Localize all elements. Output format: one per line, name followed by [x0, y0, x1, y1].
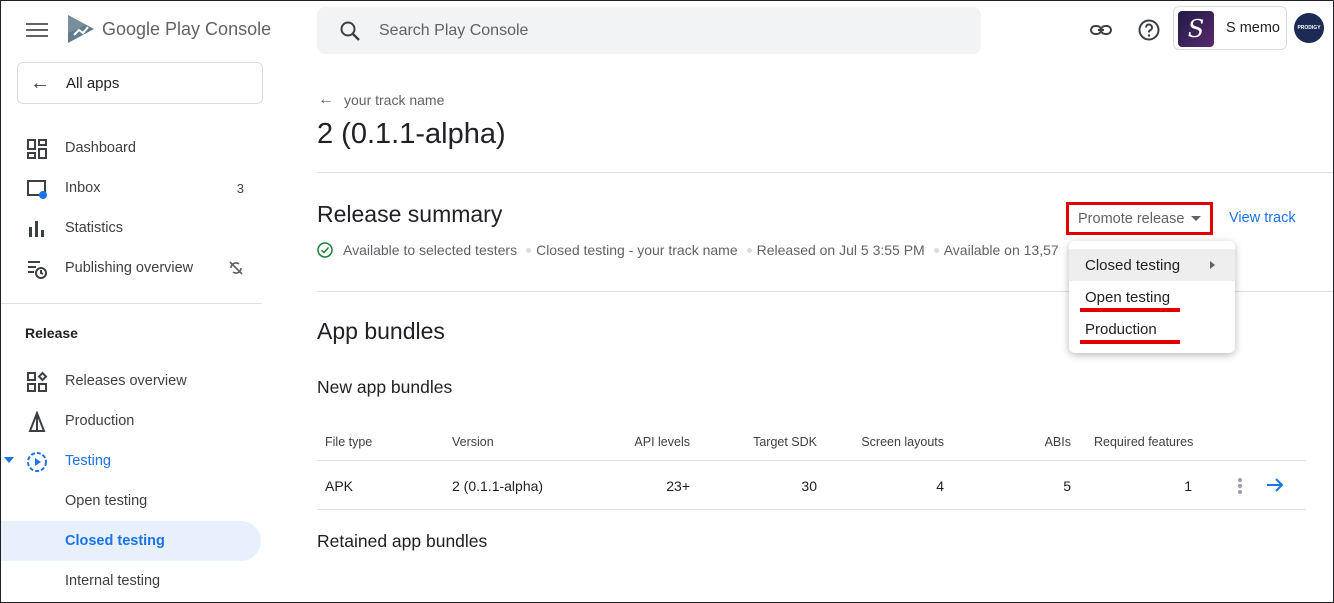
back-to-track-link[interactable]: ← your track name [318, 91, 444, 109]
cell-abis: 5 [1063, 478, 1071, 494]
brand-name: Google Play Console [102, 19, 272, 39]
separator-dot [526, 247, 532, 253]
cell-version: 2 (0.1.1-alpha) [452, 478, 544, 494]
check-circle-icon [317, 242, 333, 258]
release-summary-heading: Release summary [317, 201, 503, 227]
sidebar-item-internal-testing[interactable]: Internal testing [0, 561, 262, 601]
sidebar-item-closed-testing[interactable]: Closed testing [0, 521, 261, 561]
sidebar-item-label: Production [65, 413, 135, 429]
sidebar-item-dashboard[interactable]: Dashboard [0, 128, 262, 168]
sidebar: Google Play Console ← All apps Dashboard… [0, 0, 271, 603]
arrow-left-icon: ← [318, 91, 334, 108]
sidebar-item-label: Inbox [65, 180, 101, 196]
dashboard-icon [27, 139, 47, 159]
column-header-file-type: File type [325, 435, 373, 449]
sidebar-item-testing[interactable]: Testing [0, 441, 262, 481]
releases-icon [27, 371, 48, 392]
menu-item-label: Open testing [1085, 288, 1171, 306]
sidebar-item-label: Closed testing [65, 533, 165, 549]
submenu-arrow-icon [1210, 261, 1215, 269]
separator-dot [746, 247, 752, 253]
promote-release-button[interactable]: Promote release [1066, 202, 1213, 235]
play-console-logo [68, 15, 94, 43]
bar-chart-icon [29, 221, 44, 237]
page-title: 2 (0.1.1-alpha) [317, 118, 506, 150]
table-row-divider [317, 509, 1306, 510]
app-bundles-heading: App bundles [317, 318, 445, 344]
cell-screen-layouts: 4 [936, 478, 944, 494]
avatar[interactable]: PRODIGY [1294, 13, 1324, 43]
highlight-underline [1080, 308, 1180, 312]
column-header-abis: ABIs [1044, 435, 1071, 449]
search-icon [340, 21, 360, 41]
meta-released: Released on Jul 5 3:55 PM [756, 242, 925, 258]
arrow-left-icon: ← [30, 71, 50, 94]
column-header-target-sdk: Target SDK [753, 435, 817, 449]
search-bar[interactable] [317, 7, 981, 54]
app-selector[interactable]: S S memo [1173, 6, 1287, 50]
sidebar-item-label: Publishing overview [65, 260, 194, 276]
highlight-underline [1080, 340, 1180, 344]
cell-file-type: APK [325, 478, 354, 494]
title-divider [317, 172, 1334, 173]
app-thumbnail: S [1178, 11, 1214, 47]
menu-item-label: Closed testing [1085, 256, 1181, 274]
sidebar-item-open-testing[interactable]: Open testing [0, 481, 262, 521]
table-header-divider [317, 460, 1306, 461]
inbox-icon [27, 180, 47, 199]
sidebar-item-label: Dashboard [65, 140, 136, 156]
sidebar-item-production[interactable]: Production [0, 401, 262, 441]
dropdown-arrow-icon [1191, 216, 1202, 221]
release-section-title: Release [25, 325, 78, 341]
search-input[interactable] [379, 21, 939, 40]
inbox-count-badge: 3 [236, 180, 244, 196]
sidebar-item-statistics[interactable]: Statistics [0, 208, 262, 248]
menu-icon[interactable] [26, 20, 48, 40]
release-meta: Available to selected testers Closed tes… [317, 240, 1067, 260]
promote-menu: Closed testing Open testing Production [1069, 241, 1235, 353]
retained-app-bundles-heading: Retained app bundles [317, 531, 488, 551]
production-icon [28, 411, 46, 432]
meta-track: Closed testing - your track name [536, 242, 738, 258]
promote-release-label: Promote release [1078, 210, 1185, 227]
sidebar-item-inbox[interactable]: Inbox 3 [0, 168, 262, 208]
sidebar-divider [0, 303, 262, 304]
help-icon[interactable] [1137, 18, 1161, 42]
cell-api-levels: 23+ [666, 478, 690, 494]
column-header-version: Version [452, 435, 494, 449]
sidebar-item-label: Statistics [65, 220, 124, 236]
meta-devices: Available on 13,57 [943, 242, 1059, 258]
column-header-api-levels: API levels [634, 435, 690, 449]
more-vert-icon[interactable] [1238, 478, 1242, 496]
new-app-bundles-heading: New app bundles [317, 377, 453, 397]
sidebar-item-publishing-overview[interactable]: Publishing overview [0, 248, 262, 288]
publishing-icon [28, 261, 47, 279]
track-name-label: your track name [344, 92, 445, 108]
app-name: S memo [1226, 20, 1280, 36]
sidebar-item-label: Testing [65, 453, 111, 469]
column-header-screen-layouts: Screen layouts [861, 435, 944, 449]
cell-target-sdk: 30 [801, 478, 817, 494]
sidebar-item-releases-overview[interactable]: Releases overview [0, 361, 262, 401]
column-header-required-features: Required features [1094, 435, 1194, 449]
separator-dot [933, 247, 939, 253]
all-apps-label: All apps [66, 74, 120, 92]
sidebar-item-label: Releases overview [65, 373, 187, 389]
all-apps-button[interactable]: ← All apps [17, 62, 263, 104]
sidebar-item-label: Internal testing [65, 573, 161, 589]
menu-item-label: Production [1085, 320, 1157, 338]
sidebar-item-label: Open testing [65, 493, 148, 509]
view-track-link[interactable]: View track [1229, 210, 1296, 226]
arrow-right-icon[interactable] [1264, 474, 1286, 496]
cell-required-features: 1 [1184, 478, 1192, 494]
sync-disabled-icon [229, 261, 243, 275]
testing-icon [27, 452, 47, 472]
meta-availability: Available to selected testers [343, 242, 518, 258]
menu-item-closed-testing[interactable]: Closed testing [1069, 249, 1235, 281]
link-icon[interactable] [1089, 18, 1113, 42]
